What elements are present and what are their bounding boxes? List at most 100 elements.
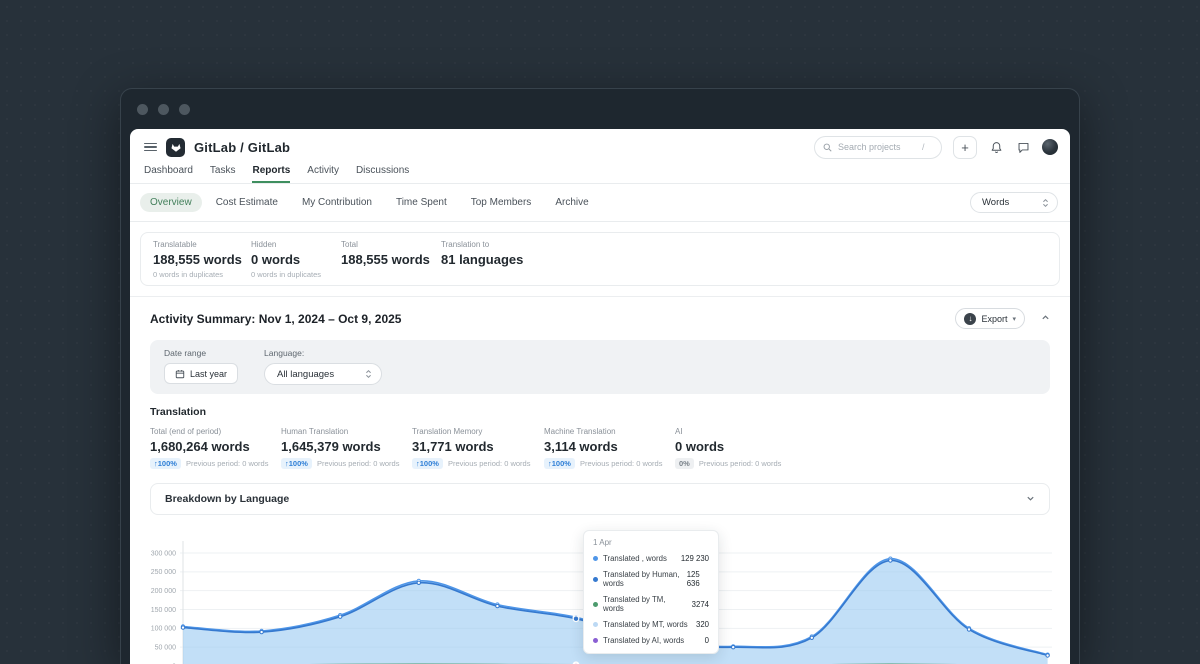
- select-arrows-icon: [365, 369, 372, 379]
- project-stats-card: Translatable 188,555 words 0 words in du…: [140, 232, 1060, 286]
- language-select-value: All languages: [277, 369, 334, 380]
- activity-summary-header: Activity Summary: Nov 1, 2024 – Oct 9, 2…: [130, 297, 1070, 338]
- tooltip-row: Translated by AI, words 0: [593, 636, 709, 645]
- metric-machine-translation: Machine Translation 3,114 words ↑100% Pre…: [544, 427, 675, 469]
- metric-label: Machine Translation: [544, 427, 675, 436]
- series-dot: [593, 638, 598, 643]
- stat-value: 188,555 words: [153, 252, 251, 267]
- tooltip-value: 129 230: [681, 554, 709, 563]
- tooltip-label: Translated by AI, words: [603, 636, 684, 645]
- tooltip-row: Translated by Human, words 125 636: [593, 570, 709, 588]
- metric-value: 3,114 words: [544, 439, 675, 454]
- series-dot: [593, 577, 598, 582]
- language-select[interactable]: All languages: [264, 363, 382, 385]
- search-input[interactable]: [838, 142, 916, 152]
- tooltip-value: 320: [696, 620, 709, 629]
- stat-value: 188,555 words: [341, 252, 441, 267]
- stat-note: 0 words in duplicates: [153, 270, 251, 278]
- subtab-time-spent[interactable]: Time Spent: [386, 193, 457, 212]
- svg-text:200 000: 200 000: [151, 588, 176, 595]
- calendar-icon: [175, 369, 185, 379]
- chevron-up-icon: [1041, 313, 1050, 322]
- trend-badge: ↑100%: [412, 458, 443, 469]
- add-project-button[interactable]: +: [953, 136, 977, 159]
- metric-translation-memory: Translation Memory 31,771 words ↑100%Pre…: [412, 427, 544, 469]
- tab-dashboard[interactable]: Dashboard: [144, 165, 193, 183]
- series-dot: [593, 556, 598, 561]
- window-control-close[interactable]: [137, 104, 148, 115]
- date-range-label: Date range: [164, 348, 238, 358]
- stat-hidden: Hidden 0 words 0 words in duplicates: [251, 240, 341, 278]
- svg-text:50 000: 50 000: [155, 644, 177, 651]
- tab-activity[interactable]: Activity: [307, 165, 339, 183]
- stat-label: Hidden: [251, 240, 341, 249]
- metric-value: 1,645,379 words: [281, 439, 412, 454]
- stat-label: Translatable: [153, 240, 251, 249]
- user-avatar[interactable]: [1042, 139, 1058, 155]
- stat-translatable: Translatable 188,555 words 0 words in du…: [153, 240, 251, 278]
- subtab-archive[interactable]: Archive: [545, 193, 598, 212]
- window-control-maximize[interactable]: [179, 104, 190, 115]
- app-page: GitLab / GitLab / +: [130, 129, 1070, 664]
- project-logo[interactable]: [166, 138, 185, 157]
- series-dot: [593, 602, 598, 607]
- stat-translation-to: Translation to 81 languages: [441, 240, 1059, 278]
- metric-note: Previous period: 0 words: [699, 459, 782, 468]
- subtab-overview[interactable]: Overview: [140, 193, 202, 212]
- date-range-filter: Date range Last year: [164, 348, 238, 385]
- metric-label: AI: [675, 427, 1050, 436]
- tooltip-row: Translated by TM, words 3274: [593, 595, 709, 613]
- subtab-my-contribution[interactable]: My Contribution: [292, 193, 382, 212]
- language-filter-label: Language:: [264, 348, 382, 358]
- chart-tooltip: 1 Apr Translated , words 129 230 Transla…: [583, 530, 719, 654]
- tab-reports[interactable]: Reports: [252, 165, 290, 183]
- search-shortcut-hint: /: [922, 142, 925, 152]
- search-icon: [823, 143, 832, 152]
- project-nav-tabs: Dashboard Tasks Reports Activity Discuss…: [130, 161, 1070, 184]
- search-box[interactable]: /: [814, 136, 942, 159]
- tooltip-label: Translated by Human, words: [603, 570, 682, 588]
- date-range-button[interactable]: Last year: [164, 363, 238, 384]
- export-button[interactable]: ↓ Export ▾: [955, 308, 1025, 329]
- subtab-top-members[interactable]: Top Members: [461, 193, 542, 212]
- breakdown-by-language-card[interactable]: Breakdown by Language: [150, 483, 1050, 515]
- messages-button[interactable]: [1015, 139, 1031, 155]
- tab-discussions[interactable]: Discussions: [356, 165, 409, 183]
- chat-icon: [1017, 141, 1030, 154]
- stat-note: [441, 270, 1059, 278]
- metric-human-translation: Human Translation 1,645,379 words ↑100%P…: [281, 427, 412, 469]
- tooltip-value: 3274: [692, 600, 709, 609]
- section-collapse-button[interactable]: [1041, 313, 1050, 324]
- notifications-button[interactable]: [988, 139, 1004, 155]
- export-caret-icon: ▾: [1012, 315, 1016, 323]
- tooltip-label: Translated , words: [603, 554, 667, 563]
- activity-summary-title: Activity Summary: Nov 1, 2024 – Oct 9, 2…: [150, 312, 401, 326]
- series-dot: [593, 622, 598, 627]
- metric-total: Total (end of period) 1,680,264 words ↑1…: [150, 427, 281, 469]
- export-download-icon: ↓: [964, 313, 976, 325]
- trend-badge: ↑100%: [544, 458, 575, 469]
- select-arrows-icon: [1042, 198, 1049, 208]
- trend-badge: 0%: [675, 458, 694, 469]
- subtab-cost-estimate[interactable]: Cost Estimate: [206, 193, 288, 212]
- metric-label: Translation Memory: [412, 427, 544, 436]
- filters-panel: Date range Last year Language:: [150, 340, 1050, 394]
- metric-note: Previous period: 0 words: [580, 459, 663, 468]
- units-select[interactable]: Words: [970, 192, 1058, 213]
- metric-note: Previous period: 0 words: [186, 459, 269, 468]
- date-range-value: Last year: [190, 369, 227, 379]
- tab-tasks[interactable]: Tasks: [210, 165, 236, 183]
- window-control-minimize[interactable]: [158, 104, 169, 115]
- svg-text:100 000: 100 000: [151, 626, 176, 633]
- bell-icon: [990, 141, 1003, 154]
- gitlab-tanuki-icon: [170, 141, 182, 153]
- tooltip-value: 0: [705, 636, 709, 645]
- svg-text:150 000: 150 000: [151, 607, 176, 614]
- window-titlebar: [121, 89, 1079, 129]
- stat-total: Total 188,555 words: [341, 240, 441, 278]
- stat-value: 81 languages: [441, 252, 1059, 267]
- metric-ai: AI 0 words 0%Previous period: 0 words: [675, 427, 1050, 469]
- translation-section: Translation Total (end of period) 1,680,…: [130, 394, 1070, 469]
- svg-text:250 000: 250 000: [151, 569, 176, 576]
- hamburger-menu-icon[interactable]: [144, 143, 157, 152]
